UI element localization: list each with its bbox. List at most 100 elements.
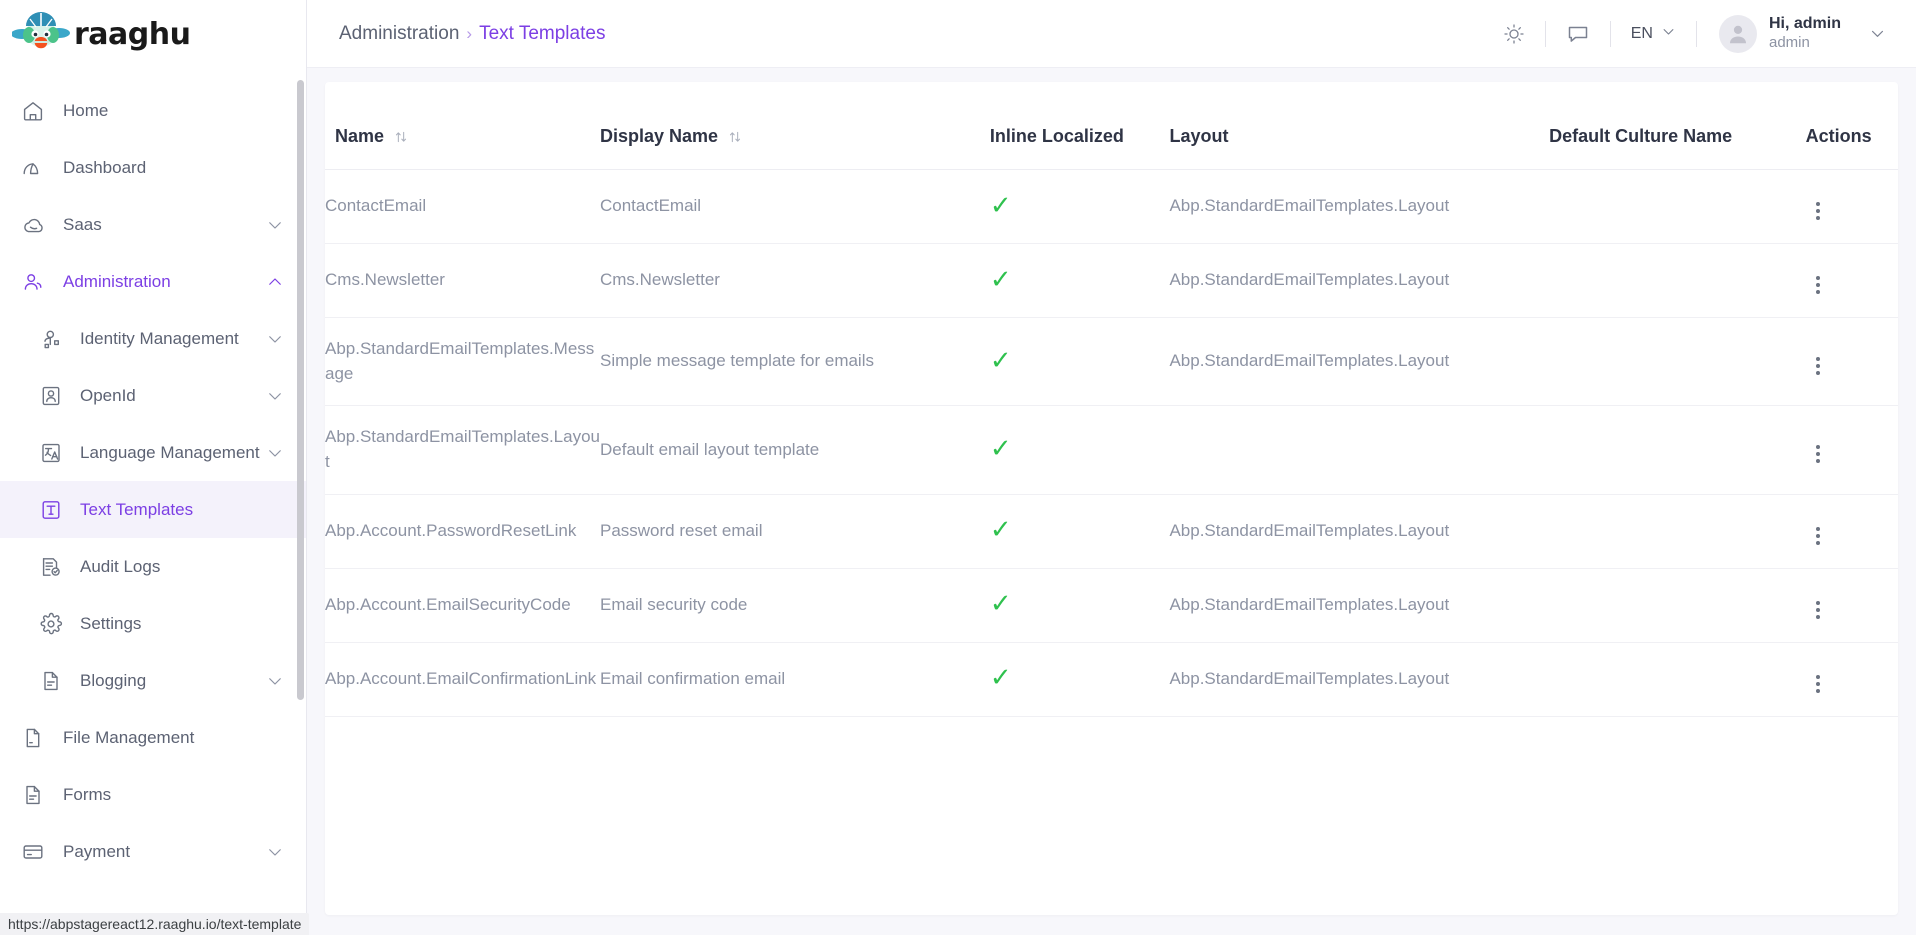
kebab-menu-icon[interactable] [1806,441,1830,467]
topbar: Administration › Text Templates EN Hi, a… [307,0,1916,68]
kebab-menu-icon[interactable] [1806,671,1830,697]
column-header-actions: Actions [1805,82,1898,170]
cell-layout: Abp.StandardEmailTemplates.Layout [1169,243,1550,318]
cell-display-name: Email confirmation email [599,642,990,717]
document-icon [20,782,46,808]
dashboard-icon [20,155,46,181]
language-code: EN [1630,24,1653,42]
cell-display-name: Default email layout template [599,405,990,495]
check-icon: ✓ [989,344,1012,375]
column-header-name[interactable]: Name [325,82,600,170]
sidebar-item-openid[interactable]: OpenId [0,367,306,424]
main-area: Administration › Text Templates EN Hi, a… [307,0,1916,935]
sidebar-item-file-management[interactable]: File Management [0,709,306,766]
cell-display-name: Password reset email [599,494,990,569]
column-header-display-name[interactable]: Display Name [599,82,990,170]
chevron-down-icon[interactable] [266,330,284,348]
table-row[interactable]: Abp.Account.EmailSecurityCode Email secur… [325,568,1898,643]
sidebar-item-home[interactable]: Home [0,82,306,139]
column-header-label: Actions [1805,126,1872,146]
check-icon: ✓ [989,514,1012,545]
chevron-down-icon[interactable] [266,216,284,234]
home-icon [20,98,46,124]
cell-name: Abp.Account.EmailConfirmationLink [325,642,600,717]
sidebar-item-language-management[interactable]: Language Management [0,424,306,481]
table-header-row: Name Display Name Inline Localized Layout De… [325,82,1898,170]
cell-layout: Abp.StandardEmailTemplates.Layout [1169,568,1550,643]
sidebar-item-saas[interactable]: Saas [0,196,306,253]
sidebar-item-forms[interactable]: Forms [0,766,306,823]
table-row[interactable]: Abp.Account.PasswordResetLink Password re… [325,494,1898,569]
user-username: admin [1768,34,1810,52]
raaghu-bird-logo-icon [11,8,70,60]
table-row[interactable]: Cms.Newsletter Cms.Newsletter ✓ Abp.Standar… [325,243,1898,318]
sidebar-item-label: Dashboard [63,157,147,177]
sort-updown-icon[interactable] [393,129,409,145]
kebab-menu-icon[interactable] [1806,597,1830,623]
chat-bubble-icon[interactable] [1546,22,1610,46]
sidebar-item-label: Saas [63,214,102,234]
cell-name: Cms.Newsletter [325,243,600,318]
text-template-icon [38,497,64,523]
language-selector[interactable]: EN [1611,24,1696,44]
cell-name: Abp.StandardEmailTemplates.Message [325,317,600,407]
sidebar-item-dashboard[interactable]: Dashboard [0,139,306,196]
table-row[interactable]: Abp.StandardEmailTemplates.Message Simple… [325,317,1898,407]
sidebar-item-payment[interactable]: Payment [0,823,306,880]
cell-default-culture-name [1549,494,1806,569]
sidebar-scrollbar[interactable] [297,80,304,880]
app-root: raaghu Home Dashboard Saas Administration Id… [0,0,1916,935]
chevron-down-icon [1661,24,1676,44]
sort-updown-icon[interactable] [727,129,743,145]
cell-actions [1805,317,1898,407]
table-row[interactable]: Abp.Account.EmailConfirmationLink Email c… [325,642,1898,717]
column-header-inline-localized: Inline Localized [989,82,1170,170]
check-icon: ✓ [989,588,1012,619]
sun-icon[interactable] [1483,23,1545,45]
sidebar-item-administration[interactable]: Administration [0,253,306,310]
table-row[interactable]: Abp.StandardEmailTemplates.Layout Default… [325,405,1898,495]
text-templates-table: Name Display Name Inline Localized Layout De… [325,82,1898,717]
chevron-down-icon[interactable] [266,387,284,405]
kebab-menu-icon[interactable] [1806,272,1830,298]
cell-display-name: Simple message template for emails [599,317,990,407]
sidebar-item-settings[interactable]: Settings [0,595,306,652]
sidebar-item-identity-management[interactable]: Identity Management [0,310,306,367]
sidebar-item-label: Forms [63,784,112,804]
table-row[interactable]: ContactEmail ContactEmail ✓ Abp.StandardEma… [325,169,1898,244]
kebab-menu-icon[interactable] [1806,198,1830,224]
column-header-layout: Layout [1169,82,1550,170]
cell-actions [1805,568,1898,643]
sidebar-item-label: Administration [63,271,171,291]
avatar [1718,14,1757,53]
chevron-down-icon[interactable] [1869,25,1886,42]
sidebar-item-label: OpenId [80,385,136,405]
user-group-icon [20,269,46,295]
cell-inline-localized: ✓ [989,494,1170,569]
sidebar-item-audit-logs[interactable]: Audit Logs [0,538,306,595]
kebab-menu-icon[interactable] [1806,523,1830,549]
breadcrumb-current[interactable]: Text Templates [479,23,605,45]
chevron-down-icon[interactable] [266,672,284,690]
cell-actions [1805,405,1898,495]
sidebar-item-text-templates[interactable]: Text Templates [0,481,306,538]
cell-display-name: Cms.Newsletter [599,243,990,318]
cell-actions [1805,494,1898,569]
column-header-default-culture-name: Default Culture Name [1549,82,1806,170]
user-menu[interactable]: Hi, admin admin [1697,14,1886,53]
sidebar-item-blogging[interactable]: Blogging [0,652,306,709]
cell-inline-localized: ✓ [989,568,1170,643]
check-icon: ✓ [989,433,1012,464]
file-icon [20,725,46,751]
kebab-menu-icon[interactable] [1806,353,1830,379]
cell-name: Abp.Account.PasswordResetLink [325,494,600,569]
chevron-down-icon[interactable] [266,444,284,462]
cell-default-culture-name [1549,642,1806,717]
chevron-up-icon[interactable] [266,273,284,291]
chevron-down-icon[interactable] [266,843,284,861]
sidebar-item-label: Settings [80,613,142,633]
brand[interactable]: raaghu [0,0,306,68]
column-header-label: Inline Localized [989,126,1124,146]
breadcrumb-root[interactable]: Administration [339,23,459,45]
sidebar-scrollbar-thumb[interactable] [297,80,304,700]
